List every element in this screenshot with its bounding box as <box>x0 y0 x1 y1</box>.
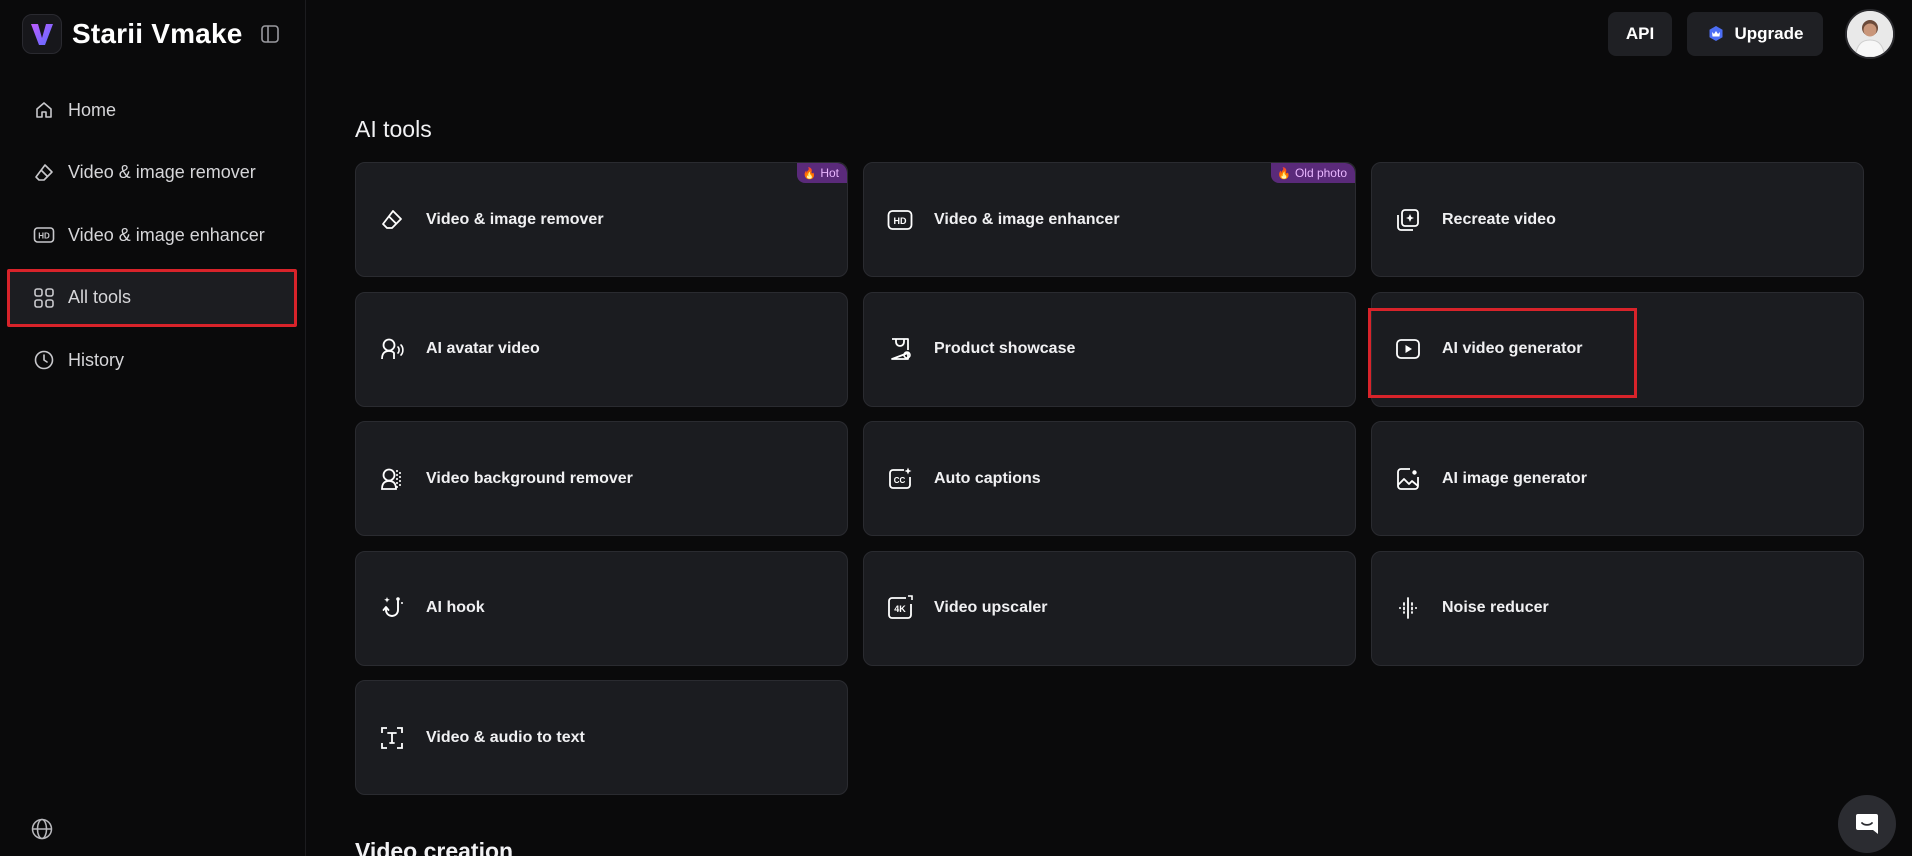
tool-card-label: AI image generator <box>1442 469 1587 487</box>
tool-card-product-showcase[interactable]: Product showcase <box>863 291 1356 407</box>
tool-card-auto-captions[interactable]: CC Auto captions <box>863 421 1356 536</box>
tool-card-label: Video & audio to text <box>426 728 585 746</box>
hot-badge: 🔥 Hot <box>796 163 847 183</box>
vmake-logo-icon <box>22 14 62 54</box>
hook-icon <box>378 594 406 622</box>
sidebar-item-label: Video & image remover <box>68 162 256 182</box>
play-icon <box>1394 335 1422 363</box>
tool-card-ai-avatar-video[interactable]: AI avatar video <box>355 291 848 407</box>
svg-text:CC: CC <box>894 476 906 485</box>
4k-icon: 4K <box>886 594 914 622</box>
tool-card-label: Video & image enhancer <box>934 210 1120 228</box>
language-globe-icon[interactable] <box>30 817 56 843</box>
tool-card-label: Video upscaler <box>934 599 1048 616</box>
tool-card-recreate-video[interactable]: Recreate video <box>1371 162 1864 277</box>
brand[interactable]: Starii Vmake <box>22 14 243 54</box>
tool-card-label: Recreate video <box>1442 210 1556 228</box>
product-bag-icon <box>886 335 914 363</box>
tool-card-ai-hook[interactable]: AI hook <box>355 550 848 666</box>
sidebar: Starii Vmake Home Video & image remover … <box>0 0 306 856</box>
tool-card-label: Auto captions <box>934 469 1041 487</box>
svg-text:HD: HD <box>38 232 50 241</box>
sidebar-item-video-image-remover[interactable]: Video & image remover <box>8 145 296 201</box>
tool-card-video-background-remover[interactable]: Video background remover <box>355 421 848 536</box>
upgrade-button[interactable]: Upgrade <box>1687 12 1823 56</box>
svg-text:HD: HD <box>894 216 907 226</box>
sidebar-item-label: Video & image enhancer <box>68 224 265 245</box>
section-title: AI tools <box>355 116 432 142</box>
sidebar-item-all-tools[interactable]: All tools <box>7 268 297 327</box>
sidebar-item-label: History <box>68 349 125 370</box>
tool-card-noise-reducer[interactable]: Noise reducer <box>1371 550 1864 666</box>
section-title-video-creation: Video creation <box>355 838 514 856</box>
home-icon <box>32 98 56 122</box>
tool-card-video-image-enhancer[interactable]: HD Video & image enhancer 🔥 Old photo <box>863 162 1356 277</box>
svg-text:4K: 4K <box>894 604 906 614</box>
hd-icon: HD <box>32 223 56 247</box>
eraser-icon <box>378 206 406 234</box>
clock-icon <box>32 348 56 372</box>
avatar-speak-icon <box>378 335 406 363</box>
tool-card-label: Product showcase <box>934 340 1076 357</box>
tool-card-label: Video background remover <box>426 469 633 487</box>
cc-icon: CC <box>886 465 914 493</box>
tool-card-video-upscaler[interactable]: 4K Video upscaler <box>863 550 1356 666</box>
sidebar-item-label: Home <box>68 99 117 120</box>
crown-icon <box>1707 25 1725 43</box>
sidebar-nav: Home Video & image remover HD Video & im… <box>7 82 297 395</box>
image-icon <box>1394 465 1422 493</box>
tool-card-video-image-remover[interactable]: Video & image remover 🔥 Hot <box>355 162 848 277</box>
avatar[interactable] <box>1845 9 1895 59</box>
sidebar-item-home[interactable]: Home <box>8 82 296 138</box>
sidebar-item-history[interactable]: History <box>8 332 296 388</box>
grid-icon <box>32 286 56 310</box>
chat-icon <box>1856 814 1878 834</box>
flame-icon: 🔥 <box>802 167 817 180</box>
tool-card-ai-video-generator[interactable]: AI video generator <box>1368 291 1864 407</box>
text-scan-icon <box>378 724 406 752</box>
app-name: Starii Vmake <box>72 18 243 49</box>
waveform-icon <box>1394 594 1422 622</box>
badge-label: Hot <box>820 166 839 180</box>
person-cutout-icon <box>378 465 406 493</box>
old-photo-badge: 🔥 Old photo <box>1271 163 1355 183</box>
flame-icon: 🔥 <box>1277 167 1291 180</box>
hd-icon: HD <box>886 206 914 234</box>
tool-card-label: Noise reducer <box>1442 599 1549 616</box>
badge-label: Old photo <box>1294 166 1347 180</box>
upgrade-label: Upgrade <box>1734 24 1804 43</box>
tool-card-label: AI avatar video <box>426 340 540 357</box>
tools-grid: Video & image remover 🔥 Hot HD Video & im… <box>355 162 1864 795</box>
eraser-icon <box>32 161 56 185</box>
tool-card-ai-image-generator[interactable]: AI image generator <box>1371 421 1864 536</box>
sidebar-item-video-image-enhancer[interactable]: HD Video & image enhancer <box>8 207 296 263</box>
api-button[interactable]: API <box>1608 12 1672 56</box>
chat-support-button[interactable] <box>1838 795 1896 853</box>
sidebar-item-label: All tools <box>68 287 132 307</box>
tool-card-label: AI video generator <box>1442 340 1583 357</box>
tool-card-video-audio-to-text[interactable]: Video & audio to text <box>355 680 848 795</box>
recreate-icon <box>1394 206 1422 234</box>
tool-card-label: AI hook <box>426 599 485 616</box>
tool-card-label: Video & image remover <box>426 210 604 228</box>
sidebar-toggle-icon[interactable] <box>258 22 282 46</box>
